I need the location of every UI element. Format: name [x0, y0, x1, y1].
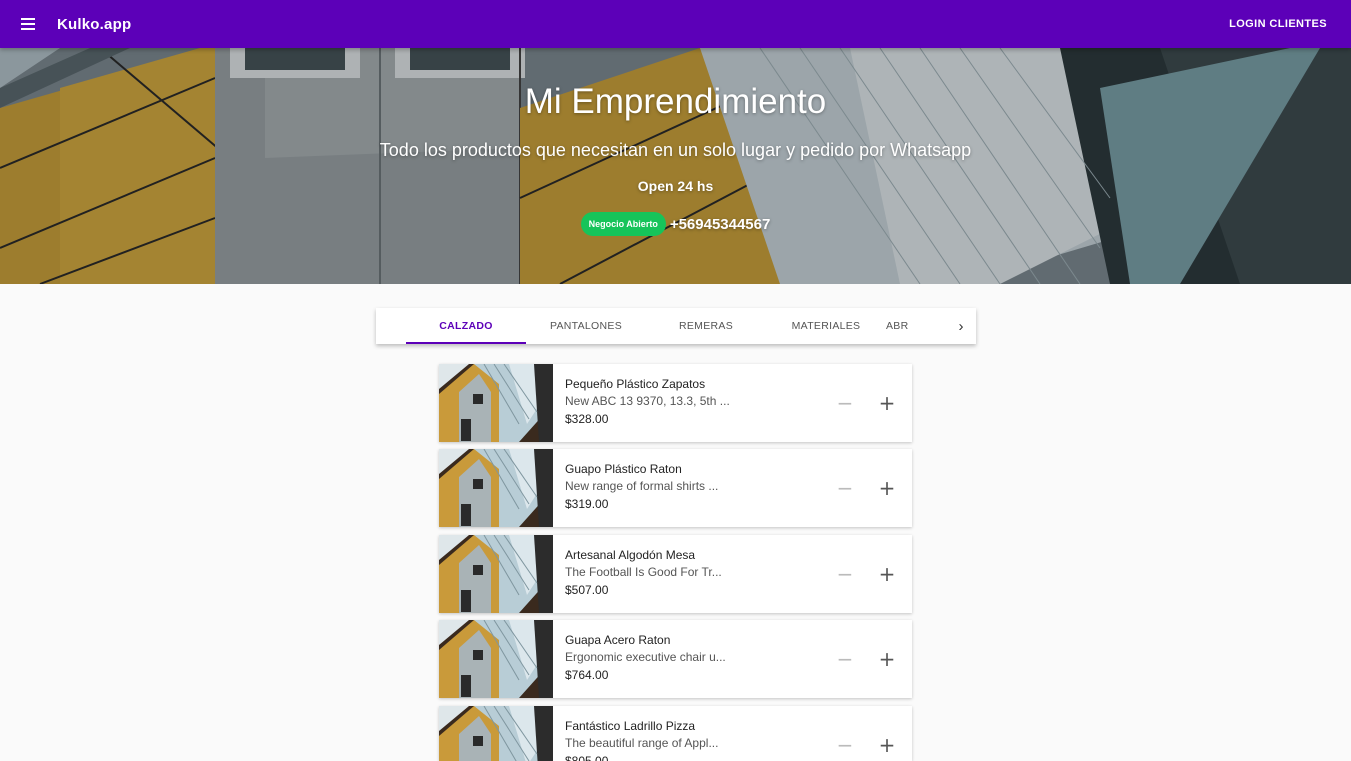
product-card[interactable]: Fantástico Ladrillo Pizza The beautiful …: [439, 706, 912, 761]
plus-icon[interactable]: +: [876, 647, 898, 671]
plus-icon[interactable]: +: [876, 476, 898, 500]
business-status-row: Negocio Abierto +56945344567: [0, 212, 1351, 236]
minus-icon[interactable]: −: [834, 476, 856, 500]
product-info: Guapo Plástico Raton New range of formal…: [553, 449, 813, 527]
product-description: The beautiful range of Appl...: [565, 736, 719, 750]
status-badge: Negocio Abierto: [580, 212, 666, 236]
plus-icon[interactable]: +: [876, 391, 898, 415]
tab-remeras[interactable]: REMERAS: [646, 308, 766, 344]
business-hours: Open 24 hs: [637, 178, 714, 194]
product-price: $319.00: [565, 497, 609, 511]
product-image: [439, 449, 553, 527]
product-name: Guapo Plástico Raton: [565, 462, 682, 476]
product-card[interactable]: Pequeño Plástico Zapatos New ABC 13 9370…: [439, 364, 912, 442]
app-bar: Kulko.app LOGIN CLIENTES: [0, 0, 1351, 48]
product-image: [439, 706, 553, 761]
product-name: Artesanal Algodón Mesa: [565, 548, 696, 562]
product-info: Artesanal Algodón Mesa The Football Is G…: [553, 535, 813, 613]
tab-materiales[interactable]: MATERIALES: [766, 308, 886, 344]
quantity-controls: − +: [834, 535, 912, 613]
business-title: Mi Emprendimiento: [524, 82, 827, 121]
minus-icon[interactable]: −: [834, 647, 856, 671]
product-info: Pequeño Plástico Zapatos New ABC 13 9370…: [553, 364, 813, 442]
product-description: The Football Is Good For Tr...: [565, 565, 722, 579]
app-title: Kulko.app: [57, 15, 132, 33]
quantity-controls: − +: [834, 706, 912, 761]
quantity-controls: − +: [834, 620, 912, 698]
plus-icon[interactable]: +: [876, 562, 898, 586]
product-image: [439, 535, 553, 613]
hero-content: Mi Emprendimiento Todo los productos que…: [0, 48, 1351, 284]
product-info: Guapa Acero Raton Ergonomic executive ch…: [553, 620, 813, 698]
product-price: $507.00: [565, 583, 609, 597]
product-card[interactable]: Guapa Acero Raton Ergonomic executive ch…: [439, 620, 912, 698]
tab-list: CALZADO PANTALONES REMERAS MATERIALES AB…: [406, 308, 926, 344]
minus-icon[interactable]: −: [834, 562, 856, 586]
phone-number[interactable]: +56945344567: [670, 216, 771, 233]
product-description: New ABC 13 9370, 13.3, 5th ...: [565, 394, 730, 408]
product-image: [439, 620, 553, 698]
quantity-controls: − +: [834, 364, 912, 442]
product-price: $328.00: [565, 412, 609, 426]
minus-icon[interactable]: −: [834, 733, 856, 757]
product-description: Ergonomic executive chair u...: [565, 650, 726, 664]
product-name: Pequeño Plástico Zapatos: [565, 377, 706, 391]
category-tabs: CALZADO PANTALONES REMERAS MATERIALES AB…: [376, 308, 976, 344]
login-clientes-button[interactable]: LOGIN CLIENTES: [1229, 18, 1327, 30]
product-image: [439, 364, 553, 442]
tab-pantalones[interactable]: PANTALONES: [526, 308, 646, 344]
menu-icon[interactable]: [14, 10, 42, 38]
minus-icon[interactable]: −: [834, 391, 856, 415]
product-card[interactable]: Artesanal Algodón Mesa The Football Is G…: [439, 535, 912, 613]
plus-icon[interactable]: +: [876, 733, 898, 757]
product-info: Fantástico Ladrillo Pizza The beautiful …: [553, 706, 813, 761]
hero-banner: Mi Emprendimiento Todo los productos que…: [0, 48, 1351, 284]
chevron-right-icon[interactable]: ›: [946, 308, 976, 344]
product-name: Fantástico Ladrillo Pizza: [565, 719, 696, 733]
tab-calzado[interactable]: CALZADO: [406, 308, 526, 344]
tab-abr[interactable]: ABR: [886, 308, 926, 344]
product-price: $764.00: [565, 668, 609, 682]
product-price: $805.00: [565, 754, 609, 761]
product-description: New range of formal shirts ...: [565, 479, 719, 493]
business-subtitle: Todo los productos que necesitan en un s…: [379, 140, 972, 160]
product-name: Guapa Acero Raton: [565, 633, 671, 647]
product-card[interactable]: Guapo Plástico Raton New range of formal…: [439, 449, 912, 527]
quantity-controls: − +: [834, 449, 912, 527]
